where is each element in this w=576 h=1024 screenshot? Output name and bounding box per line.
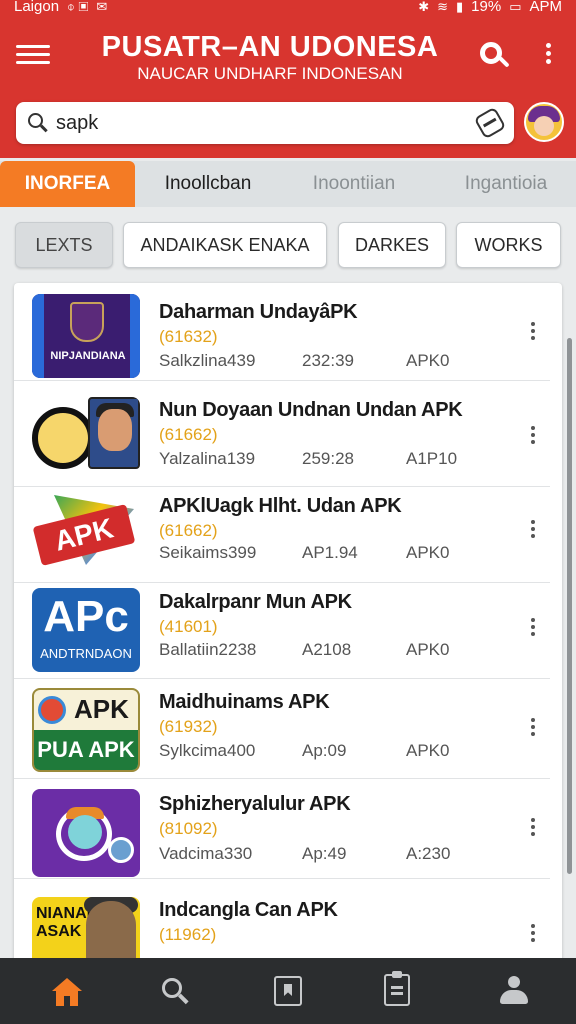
app-code: (61662) (159, 425, 218, 444)
title-block: PUSATR–AN UDONESA NAUCAR UNDHARF INDONES… (70, 30, 470, 84)
clipboard-icon (384, 971, 410, 1006)
wifi-icon: ≋ (437, 0, 448, 14)
app-code: (81092) (159, 819, 218, 838)
avatar[interactable] (524, 102, 564, 142)
home-icon (52, 978, 82, 1006)
search-icon (28, 113, 48, 133)
more-options-icon[interactable] (540, 40, 556, 70)
app-subtitle: NAUCAR UNDHARF INDONESAN (137, 64, 403, 83)
search-value: sapk (56, 112, 99, 134)
app-icon: APK (32, 493, 140, 577)
app-meta-2: Ap:09 (302, 741, 347, 760)
app-meta-1: Seikaims399 (159, 543, 257, 562)
tab-2[interactable]: Inoontiian (286, 161, 422, 207)
more-options-icon[interactable] (522, 715, 544, 749)
header-search-icon[interactable] (476, 36, 512, 72)
app-code: (61932) (159, 717, 218, 736)
more-options-icon[interactable] (522, 319, 544, 353)
search-input[interactable]: sapk (16, 102, 514, 144)
app-meta-1: Vadcima330 (159, 844, 253, 863)
nav-bookmarks[interactable] (254, 958, 318, 1024)
scrollbar[interactable] (567, 338, 572, 874)
app-header: Laigon ⌽ ▣ ✉ ✱ ≋ ▮ 19% ▭ APM PUSATR–AN U… (0, 0, 576, 158)
app-meta-2: 259:28 (302, 449, 354, 468)
app-name: Dakalrpanr Mun APK (159, 591, 352, 613)
app-meta-2: A2108 (302, 640, 352, 659)
more-options-icon[interactable] (522, 815, 544, 849)
app-meta-2: Ap:49 (302, 844, 347, 863)
list-item[interactable]: APK PUA APK Maidhuinams APK (61932) Sylk… (14, 681, 550, 779)
chip-2[interactable]: DARKES (338, 222, 446, 268)
app-code: (11962) (159, 925, 217, 944)
status-bar: Laigon ⌽ ▣ ✉ ✱ ≋ ▮ 19% ▭ APM (0, 0, 576, 18)
app-meta-2: AP1.94 (302, 543, 358, 562)
signal-icon: ▮ (456, 0, 464, 14)
app-meta-3: APK0 (406, 741, 450, 760)
app-meta-2: 232:39 (302, 351, 354, 370)
chip-0[interactable]: LEXTS (15, 222, 113, 268)
bookmark-icon (274, 976, 302, 1006)
app-name: Maidhuinams APK (159, 691, 330, 713)
app-meta-3: APK0 (406, 351, 450, 370)
battery-icon: ▭ (509, 0, 522, 14)
app-icon (32, 397, 140, 481)
user-icon (500, 976, 528, 1006)
app-name: Nun Doyaan Undnan Undan APK (159, 399, 463, 421)
nav-home[interactable] (32, 958, 96, 1024)
message-icon: ✉ (96, 0, 108, 14)
app-icon: NIPJANDIANA (32, 294, 140, 378)
app-meta-1: Sylkcima400 (159, 741, 256, 760)
app-name: Indcangla Can APK (159, 899, 338, 921)
list-item[interactable]: Nun Doyaan Undnan Undan APK (61662) Yalz… (14, 389, 550, 487)
app-title: PUSATR–AN UDONESA (101, 31, 439, 63)
bottom-navigation (0, 958, 576, 1024)
app-code: (61662) (159, 521, 218, 540)
tab-1[interactable]: Inoollcban (140, 161, 276, 207)
nav-clipboard[interactable] (362, 958, 426, 1024)
app-meta-3: A:230 (406, 844, 451, 863)
list-item[interactable]: APK APKlUagk Hlht. Udan APK (61662) Seik… (14, 485, 550, 583)
tab-0[interactable]: INORFEA (0, 161, 135, 207)
app-name: Daharman UndayâPK (159, 301, 358, 323)
app-icon: APc ANDTRNDAON (32, 588, 140, 672)
app-meta-1: Salkzlina439 (159, 351, 256, 370)
app-meta-3: APK0 (406, 640, 450, 659)
nav-search[interactable] (142, 958, 206, 1024)
app-meta-1: Yalzalina139 (159, 449, 256, 468)
app-meta-3: A1P10 (406, 449, 458, 468)
bluetooth-icon: ✱ (418, 0, 430, 14)
list-item[interactable]: Sphizheryalulur APK (81092) Vadcima330 A… (14, 781, 550, 879)
app-name: APKlUagk Hlht. Udan APK (159, 495, 402, 517)
carrier-label: Laigon (14, 0, 60, 15)
battery-label: 19% (471, 0, 502, 15)
more-options-icon[interactable] (522, 921, 544, 955)
chip-1[interactable]: ANDAIKASK ENAKA (123, 222, 327, 268)
category-tabs: INORFEA Inoollcban Inoontiian Ingantioia (0, 161, 576, 207)
time-label: APM (529, 0, 562, 15)
notification-icon: ⌽ ▣ (67, 0, 89, 14)
more-options-icon[interactable] (522, 517, 544, 551)
list-item[interactable]: NIANAB ASAK Indcangla Can APK (11962) (14, 885, 550, 963)
app-icon (32, 789, 140, 877)
scan-icon[interactable] (473, 106, 507, 140)
app-code: (41601) (159, 617, 218, 636)
menu-icon[interactable] (16, 40, 50, 68)
app-meta-3: APK0 (406, 543, 450, 562)
chip-3[interactable]: WORKS (456, 222, 561, 268)
nav-profile[interactable] (480, 958, 544, 1024)
list-item[interactable]: APc ANDTRNDAON Dakalrpanr Mun APK (41601… (14, 581, 550, 679)
search-icon (162, 978, 190, 1006)
app-list: NIPJANDIANA Daharman UndayâPK (61632) Sa… (14, 283, 562, 963)
list-item[interactable]: NIPJANDIANA Daharman UndayâPK (61632) Sa… (14, 283, 550, 381)
tab-3[interactable]: Ingantioia (436, 161, 576, 207)
more-options-icon[interactable] (522, 423, 544, 457)
app-code: (61632) (159, 327, 218, 346)
app-icon: APK PUA APK (32, 688, 140, 772)
filter-chips: LEXTS ANDAIKASK ENAKA DARKES WORKS (0, 220, 576, 270)
app-icon: NIANAB ASAK (32, 897, 140, 963)
app-name: Sphizheryalulur APK (159, 793, 351, 815)
more-options-icon[interactable] (522, 615, 544, 649)
app-meta-1: Ballatiin2238 (159, 640, 257, 659)
